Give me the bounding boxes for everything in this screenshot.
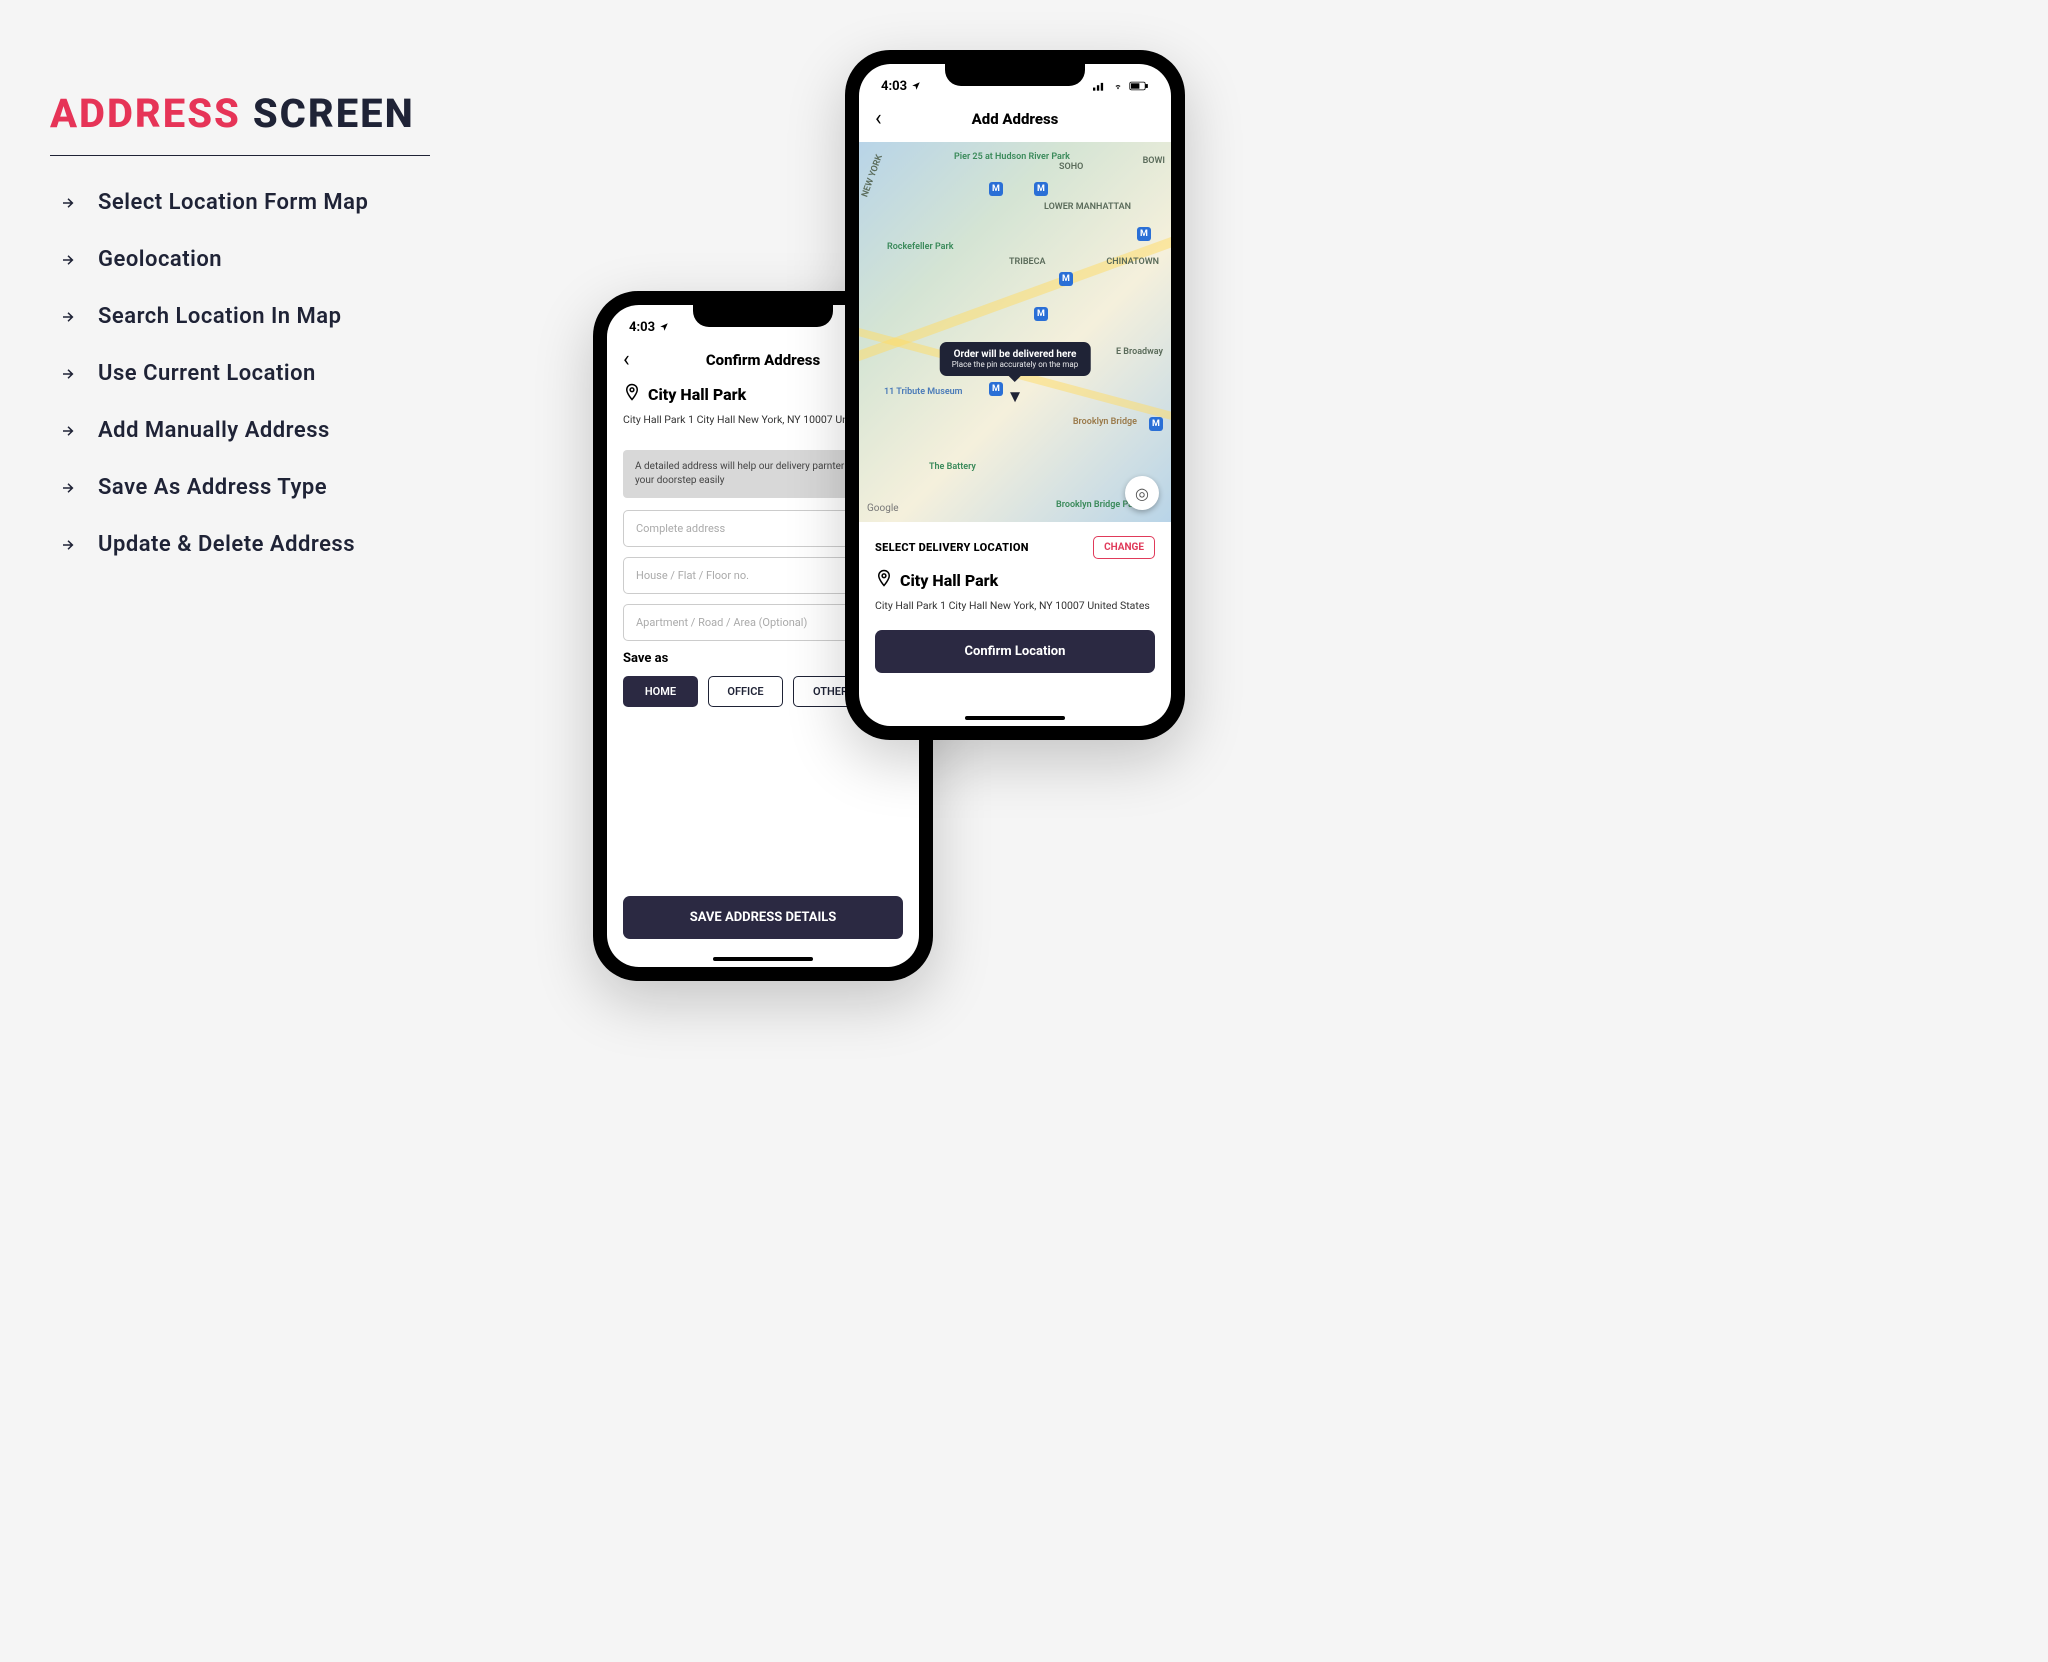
map-view[interactable]: Pier 25 at Hudson River Park SOHO BOWI L… <box>859 142 1171 522</box>
feature-label: Update & Delete Address <box>98 532 355 557</box>
back-button[interactable]: ‹ <box>623 349 630 371</box>
status-icons <box>1093 81 1149 91</box>
map-label: Brooklyn Bridge <box>1073 417 1137 427</box>
map-label: 11 Tribute Museum <box>884 387 963 397</box>
location-address: City Hall Park 1 City Hall New York, NY … <box>875 598 1155 614</box>
arrow-icon <box>60 536 78 554</box>
map-label: SOHO <box>1059 162 1083 172</box>
wifi-icon <box>1111 81 1125 91</box>
arrow-icon <box>60 194 78 212</box>
map-label: The Battery <box>929 462 976 472</box>
arrow-icon <box>60 479 78 497</box>
arrow-icon <box>60 422 78 440</box>
subway-marker-icon: M <box>1034 182 1048 196</box>
location-pin-icon <box>623 383 641 405</box>
map-label: LOWER MANHATTAN <box>1044 202 1131 212</box>
feature-item: Search Location In Map <box>60 304 368 329</box>
tooltip-title: Order will be delivered here <box>952 349 1079 360</box>
signal-icon <box>1093 81 1107 91</box>
map-label: NEW YORK <box>860 153 885 198</box>
feature-label: Save As Address Type <box>98 475 327 500</box>
phone-notch <box>945 64 1085 86</box>
subway-marker-icon: M <box>1034 307 1048 321</box>
map-label: BOWI <box>1143 156 1165 166</box>
feature-item: Geolocation <box>60 247 368 272</box>
heading-accent: ADDRESS <box>50 90 241 137</box>
home-indicator <box>713 957 813 961</box>
location-pin-icon <box>875 569 893 591</box>
confirm-location-button[interactable]: Confirm Location <box>875 630 1155 673</box>
map-label: Rockefeller Park <box>887 242 954 252</box>
heading-rest-text: SCREEN <box>253 90 415 137</box>
chip-office[interactable]: OFFICE <box>708 676 783 707</box>
feature-label: Select Location Form Map <box>98 190 368 215</box>
subway-marker-icon: M <box>1059 272 1073 286</box>
google-attribution: Google <box>867 503 899 514</box>
phone-add-address: 4:03 ‹ Add Address Pier 25 at Hudson Riv… <box>845 50 1185 740</box>
arrow-icon <box>60 365 78 383</box>
feature-item: Update & Delete Address <box>60 532 368 557</box>
heading-divider <box>50 155 430 156</box>
home-indicator <box>965 716 1065 720</box>
feature-label: Search Location In Map <box>98 304 341 329</box>
change-button[interactable]: CHANGE <box>1093 536 1155 559</box>
battery-icon <box>1129 81 1149 91</box>
arrow-icon <box>60 251 78 269</box>
subway-marker-icon: M <box>989 182 1003 196</box>
map-label: Pier 25 at Hudson River Park <box>954 152 1070 162</box>
tooltip-subtitle: Place the pin accurately on the map <box>952 360 1079 369</box>
map-label: CHINATOWN <box>1106 257 1159 267</box>
feature-item: Add Manually Address <box>60 418 368 443</box>
location-name: City Hall Park <box>900 571 998 590</box>
map-tooltip: Order will be delivered here Place the p… <box>940 342 1091 376</box>
save-address-button[interactable]: SAVE ADDRESS DETAILS <box>623 896 903 939</box>
phone-notch <box>693 305 833 327</box>
back-button[interactable]: ‹ <box>875 108 882 130</box>
locate-me-button[interactable]: ◎ <box>1125 476 1159 510</box>
feature-label: Add Manually Address <box>98 418 330 443</box>
map-pin-icon[interactable]: ▼ <box>1007 387 1024 407</box>
screen-title: Add Address <box>859 110 1171 128</box>
map-label: E Broadway <box>1116 347 1163 357</box>
status-time: 4:03 <box>629 320 669 335</box>
chip-home[interactable]: HOME <box>623 676 698 707</box>
subway-marker-icon: M <box>1137 227 1151 241</box>
location-arrow-icon <box>659 322 669 332</box>
status-time: 4:03 <box>881 79 921 94</box>
feature-item: Save As Address Type <box>60 475 368 500</box>
feature-item: Use Current Location <box>60 361 368 386</box>
subway-marker-icon: M <box>989 382 1003 396</box>
subway-marker-icon: M <box>1149 417 1163 431</box>
feature-item: Select Location Form Map <box>60 190 368 215</box>
screen-header: ‹ Add Address <box>859 98 1171 142</box>
location-name: City Hall Park <box>648 385 746 404</box>
select-delivery-label: SELECT DELIVERY LOCATION <box>875 541 1029 554</box>
page-heading: ADDRESS SCREEN <box>50 90 415 137</box>
location-arrow-icon <box>911 81 921 91</box>
arrow-icon <box>60 308 78 326</box>
map-label: TRIBECA <box>1009 257 1046 267</box>
feature-label: Geolocation <box>98 247 222 272</box>
feature-label: Use Current Location <box>98 361 316 386</box>
delivery-panel: SELECT DELIVERY LOCATION CHANGE City Hal… <box>859 522 1171 687</box>
feature-list: Select Location Form Map Geolocation Sea… <box>60 190 368 557</box>
